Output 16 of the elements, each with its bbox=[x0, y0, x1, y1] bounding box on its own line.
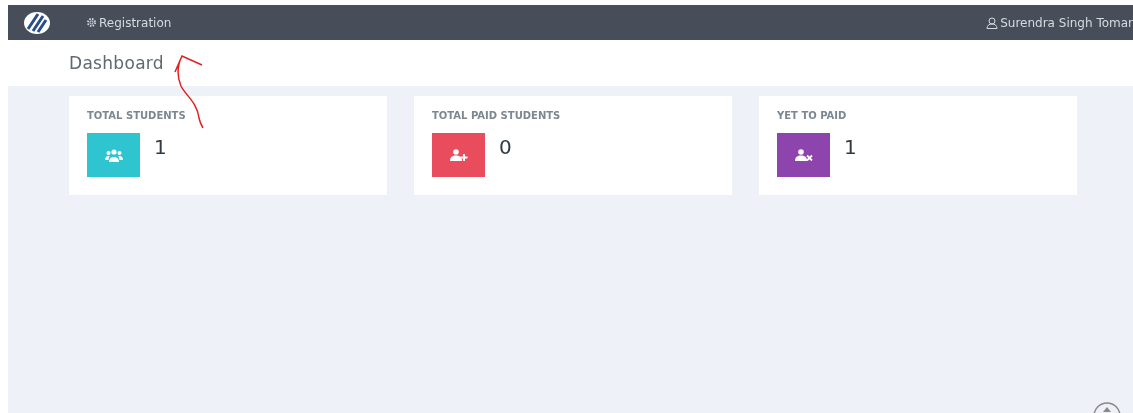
stat-label: YET TO PAID bbox=[777, 110, 848, 121]
page-title: Dashboard bbox=[69, 53, 164, 73]
user-remove-icon bbox=[794, 149, 813, 161]
stat-value: 0 bbox=[499, 137, 512, 157]
stat-label: TOTAL PAID STUDENTS bbox=[432, 110, 562, 121]
logo-icon[interactable] bbox=[23, 10, 51, 35]
scroll-top-icon[interactable] bbox=[1092, 401, 1122, 413]
stat-label: TOTAL STUDENTS bbox=[87, 110, 187, 121]
user-plus-icon bbox=[449, 149, 468, 161]
user-icon bbox=[986, 16, 999, 29]
user-menu-link[interactable]: Surendra Singh Tomar bbox=[986, 15, 1133, 30]
users-icon bbox=[104, 148, 123, 162]
stat-value: 1 bbox=[154, 137, 167, 157]
gear-icon bbox=[86, 17, 97, 28]
stat-value: 1 bbox=[844, 137, 857, 157]
registration-link[interactable]: Registration bbox=[86, 15, 172, 30]
